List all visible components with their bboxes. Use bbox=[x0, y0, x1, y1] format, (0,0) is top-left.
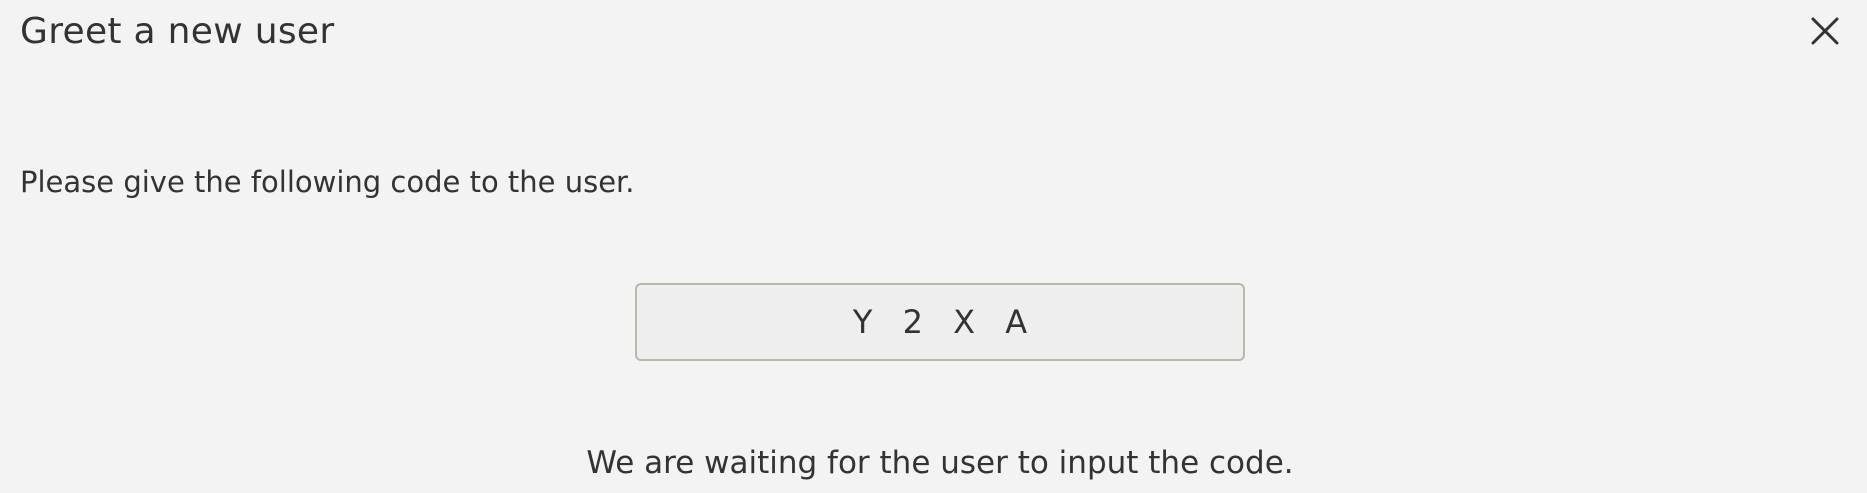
waiting-message: We are waiting for the user to input the… bbox=[586, 445, 1294, 481]
dialog-title: Greet a new user bbox=[20, 11, 335, 52]
close-icon bbox=[1811, 17, 1839, 45]
code-display-box: Y 2 X A bbox=[635, 283, 1245, 361]
greet-user-dialog: Greet a new user Please give the followi… bbox=[0, 0, 1867, 493]
greeting-code: Y 2 X A bbox=[852, 303, 1038, 341]
close-button[interactable] bbox=[1808, 14, 1842, 48]
instruction-text: Please give the following code to the us… bbox=[20, 165, 635, 199]
